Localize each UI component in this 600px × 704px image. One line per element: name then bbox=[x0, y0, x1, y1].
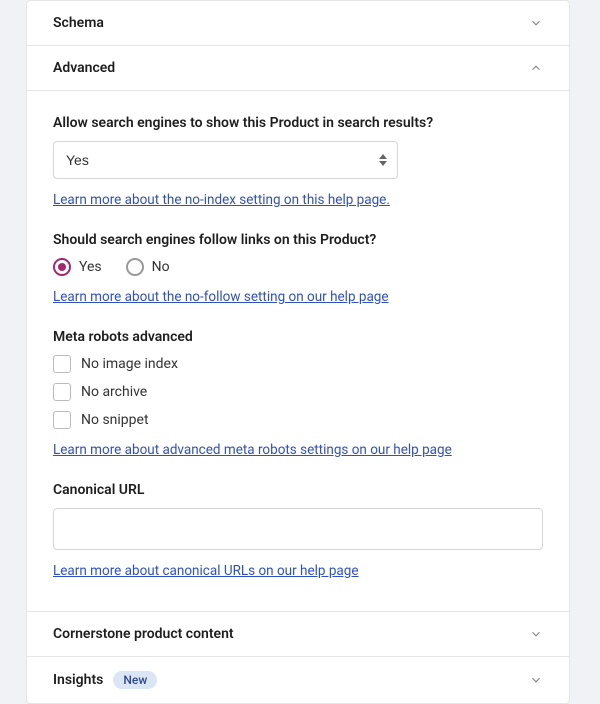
search-show-select[interactable]: Yes bbox=[53, 141, 398, 179]
no-image-index-checkbox[interactable]: No image index bbox=[53, 355, 543, 373]
follow-no-label: No bbox=[152, 259, 170, 275]
follow-yes-label: Yes bbox=[79, 259, 102, 275]
chevron-down-icon bbox=[529, 673, 543, 687]
cornerstone-section-header[interactable]: Cornerstone product content bbox=[27, 611, 569, 656]
no-image-index-label: No image index bbox=[81, 356, 178, 372]
schema-title: Schema bbox=[53, 15, 104, 31]
follow-links-label: Should search engines follow links on th… bbox=[53, 232, 543, 248]
advanced-section-header[interactable]: Advanced bbox=[27, 45, 569, 90]
insights-section-header[interactable]: Insights New bbox=[27, 656, 569, 703]
canonical-help-link[interactable]: Learn more about canonical URLs on our h… bbox=[53, 563, 359, 579]
advanced-title: Advanced bbox=[53, 60, 115, 76]
advanced-section-body: Allow search engines to show this Produc… bbox=[27, 90, 569, 611]
cornerstone-title: Cornerstone product content bbox=[53, 626, 234, 642]
meta-robots-label: Meta robots advanced bbox=[53, 329, 543, 345]
chevron-up-icon bbox=[529, 61, 543, 75]
canonical-url-input[interactable] bbox=[53, 508, 543, 550]
no-snippet-checkbox[interactable]: No snippet bbox=[53, 411, 543, 429]
meta-robots-help-link[interactable]: Learn more about advanced meta robots se… bbox=[53, 442, 452, 458]
chevron-down-icon bbox=[529, 16, 543, 30]
follow-no-radio[interactable]: No bbox=[126, 258, 170, 276]
schema-section-header[interactable]: Schema bbox=[27, 1, 569, 45]
no-snippet-label: No snippet bbox=[81, 412, 149, 428]
chevron-down-icon bbox=[529, 627, 543, 641]
nofollow-help-link[interactable]: Learn more about the no-follow setting o… bbox=[53, 289, 389, 305]
no-archive-checkbox[interactable]: No archive bbox=[53, 383, 543, 401]
insights-title: Insights bbox=[53, 672, 103, 688]
canonical-label: Canonical URL bbox=[53, 482, 543, 498]
search-show-label: Allow search engines to show this Produc… bbox=[53, 115, 543, 131]
noindex-help-link[interactable]: Learn more about the no-index setting on… bbox=[53, 192, 390, 208]
no-archive-label: No archive bbox=[81, 384, 147, 400]
follow-yes-radio[interactable]: Yes bbox=[53, 258, 102, 276]
